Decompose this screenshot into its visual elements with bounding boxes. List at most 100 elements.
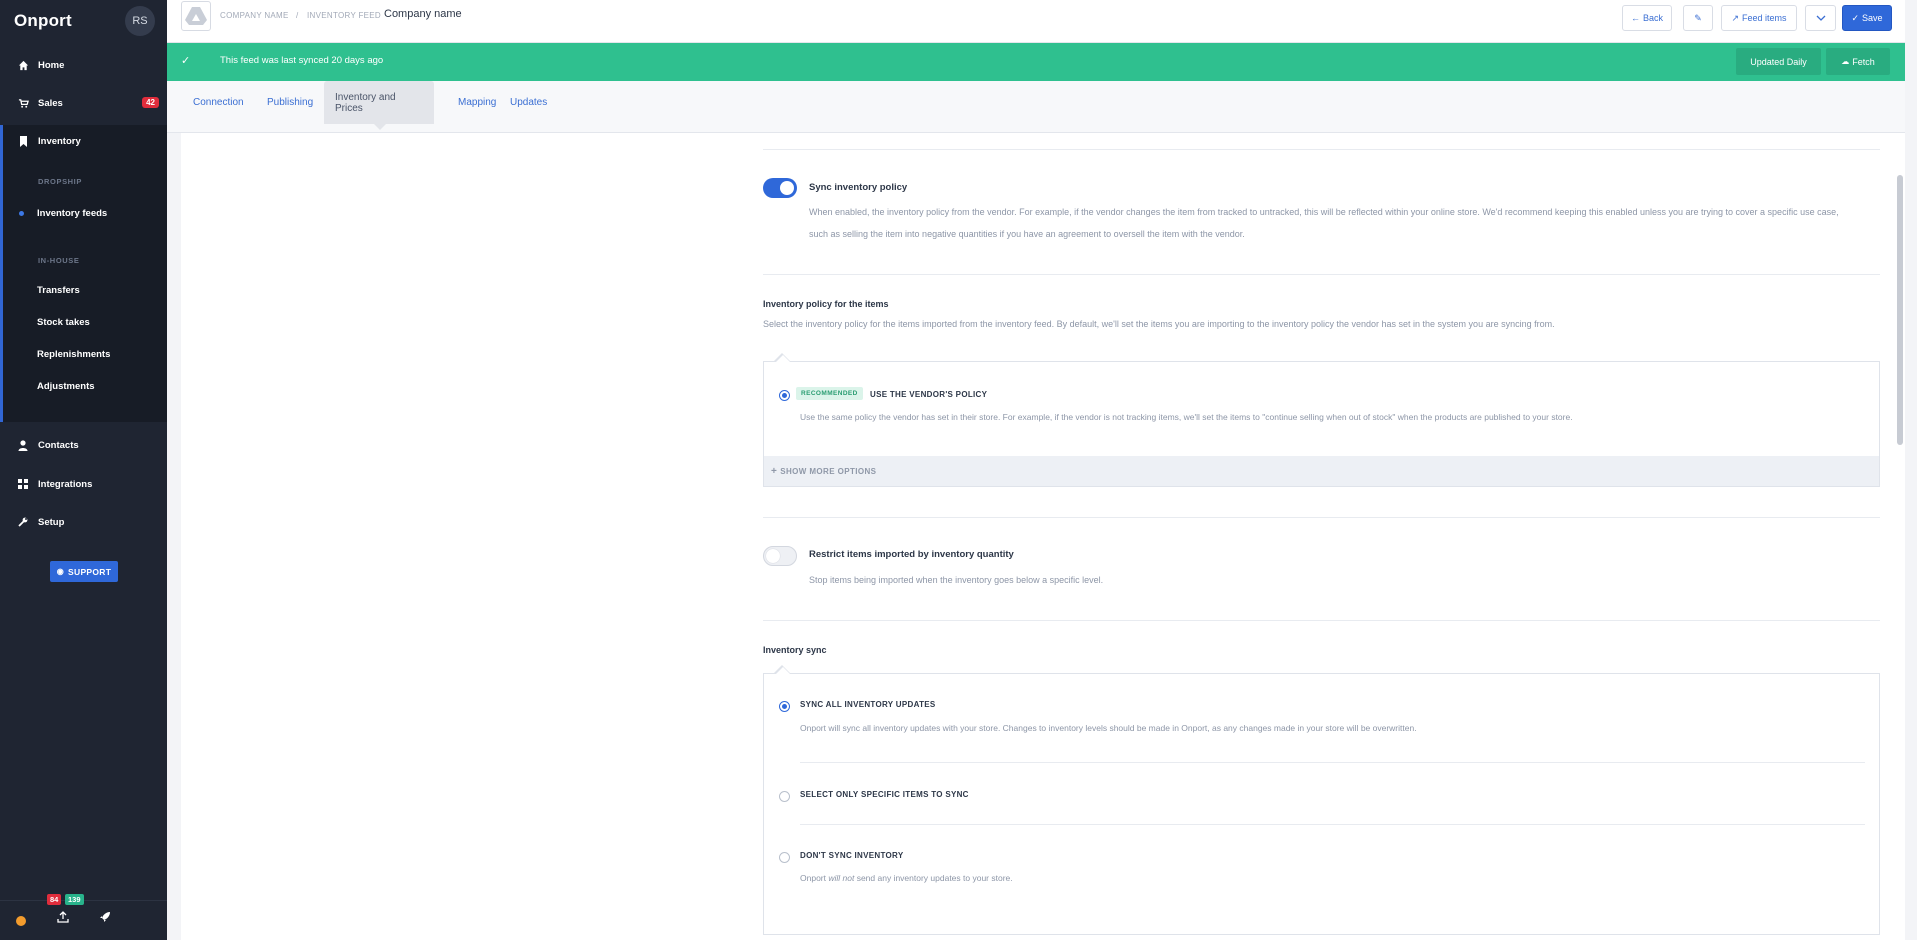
dont-sync-label[interactable]: DON'T SYNC INVENTORY — [800, 851, 903, 860]
divider — [763, 149, 1880, 150]
sidebar-footer: 84 139 — [0, 894, 167, 940]
sync-policy-desc-1: When enabled, the inventory policy from … — [809, 207, 1839, 217]
show-more-label: SHOW MORE OPTIONS — [780, 467, 877, 476]
sidebar-item-replenishments[interactable]: Replenishments — [37, 349, 110, 360]
upload-error-badge: 84 — [47, 894, 62, 905]
fetch-button[interactable]: ☁ Fetch — [1826, 48, 1890, 75]
sync-policy-desc-2: such as selling the item into negative q… — [809, 229, 1245, 239]
check-icon: ✓ — [1851, 12, 1860, 23]
sync-policy-title: Sync inventory policy — [809, 182, 908, 193]
back-label: Back — [1642, 13, 1663, 23]
support-button[interactable]: ◉ SUPPORT — [50, 561, 118, 582]
upload-icon[interactable] — [57, 911, 69, 926]
breadcrumb-separator: / — [296, 11, 299, 20]
dont-sync-radio[interactable] — [779, 852, 790, 863]
more-dropdown-button[interactable] — [1805, 5, 1836, 31]
status-dot[interactable] — [16, 916, 26, 926]
dont-sync-desc: Onport will not send any inventory updat… — [800, 867, 1013, 889]
active-dot — [19, 211, 24, 216]
restrict-items-toggle[interactable] — [763, 546, 797, 566]
feed-items-button[interactable]: ↗ Feed items — [1721, 5, 1797, 31]
help-icon: ◉ — [56, 567, 65, 576]
breadcrumb-company[interactable]: COMPANY NAME — [220, 11, 289, 20]
cart-icon — [17, 97, 29, 109]
home-icon — [17, 59, 29, 71]
rocket-icon[interactable] — [99, 911, 111, 926]
logo[interactable]: Onport — [14, 11, 72, 31]
avatar[interactable]: RS — [125, 6, 155, 36]
divider — [800, 824, 1865, 825]
cloud-icon: ☁ — [1841, 57, 1850, 66]
inventory-sync-box: SYNC ALL INVENTORY UPDATES Onport will s… — [763, 667, 1880, 935]
chevron-down-icon — [1816, 13, 1826, 23]
sidebar-item-label: Contacts — [38, 439, 79, 451]
external-link-icon: ↗ — [1731, 12, 1739, 23]
vendor-policy-label[interactable]: USE THE VENDOR'S POLICY — [870, 390, 987, 399]
edit-button[interactable]: ✎ — [1683, 5, 1713, 31]
plus-icon: + — [771, 466, 778, 477]
update-frequency-button[interactable]: Updated Daily — [1736, 48, 1821, 75]
grid-icon — [17, 478, 29, 490]
sync-status-banner: ✓ This feed was last synced 20 days ago … — [167, 43, 1905, 81]
tab-connection[interactable]: Connection — [182, 81, 255, 124]
inventory-submenu: Inventory DROPSHIP Inventory feeds IN-HO… — [0, 125, 167, 422]
arrow-left-icon: ← — [1630, 13, 1640, 23]
show-more-options-link[interactable]: + SHOW MORE OPTIONS — [771, 466, 876, 477]
inventory-sync-title: Inventory sync — [763, 645, 827, 655]
sync-status-message: This feed was last synced 20 days ago — [220, 55, 384, 66]
person-icon — [17, 439, 29, 451]
sidebar-item-inventory-feeds[interactable]: Inventory feeds — [37, 208, 107, 219]
sidebar-item-sales[interactable]: Sales 42 — [0, 85, 167, 121]
box-caret-inner — [776, 355, 790, 362]
restrict-title: Restrict items imported by inventory qua… — [809, 549, 1014, 560]
pencil-icon: ✎ — [1694, 12, 1702, 23]
page-scrollbar[interactable] — [1897, 175, 1903, 445]
divider — [800, 762, 1865, 763]
feed-logo — [181, 1, 211, 31]
divider — [763, 620, 1880, 621]
sidebar-item-contacts[interactable]: Contacts — [0, 427, 167, 463]
triangle-logo-icon — [185, 7, 207, 25]
sidebar-item-integrations[interactable]: Integrations — [0, 466, 167, 502]
select-specific-label[interactable]: SELECT ONLY SPECIFIC ITEMS TO SYNC — [800, 790, 969, 799]
restrict-desc: Stop items being imported when the inven… — [809, 575, 1104, 585]
save-button[interactable]: ✓ Save — [1842, 5, 1892, 31]
sidebar-item-stock-takes[interactable]: Stock takes — [37, 317, 90, 328]
select-specific-radio[interactable] — [779, 791, 790, 802]
sidebar-item-home[interactable]: Home — [0, 47, 167, 83]
sync-all-radio[interactable] — [779, 701, 790, 712]
sales-count-badge: 42 — [142, 97, 159, 108]
dont-sync-desc-emphasis: will not — [828, 873, 855, 883]
section-label-dropship: DROPSHIP — [38, 177, 82, 186]
feed-items-label: Feed items — [1742, 13, 1787, 23]
support-label: SUPPORT — [68, 566, 112, 577]
sidebar-item-label: Sales — [38, 97, 63, 109]
check-icon: ✓ — [181, 55, 191, 67]
sidebar-item-transfers[interactable]: Transfers — [37, 285, 80, 296]
sidebar-item-inventory[interactable]: Inventory — [0, 123, 167, 159]
divider — [763, 274, 1880, 275]
vendor-policy-radio[interactable] — [779, 390, 790, 401]
sidebar: Onport RS Home Sales 42 Inventory DROPSH… — [0, 0, 167, 940]
tab-updates[interactable]: Updates — [499, 81, 558, 124]
sync-all-label[interactable]: SYNC ALL INVENTORY UPDATES — [800, 700, 936, 709]
sidebar-item-label: Inventory — [38, 135, 81, 147]
update-frequency-label: Updated Daily — [1750, 56, 1807, 67]
breadcrumb-inventory-feed[interactable]: INVENTORY FEED — [307, 11, 381, 20]
tab-inventory-and-prices[interactable]: Inventory and Prices — [324, 81, 434, 124]
sync-inventory-policy-toggle[interactable] — [763, 178, 797, 198]
wrench-icon — [17, 516, 29, 528]
tab-publishing[interactable]: Publishing — [256, 81, 324, 124]
save-label: Save — [1862, 13, 1883, 23]
back-button[interactable]: ← Back — [1622, 5, 1672, 31]
bookmark-icon — [17, 135, 29, 147]
sidebar-item-setup[interactable]: Setup — [0, 504, 167, 540]
sidebar-item-adjustments[interactable]: Adjustments — [37, 381, 95, 392]
show-more-strip: + SHOW MORE OPTIONS — [764, 456, 1879, 486]
page-title: Company name — [384, 8, 462, 20]
dont-sync-desc-post: send any inventory updates to your store… — [854, 873, 1013, 883]
dont-sync-desc-pre: Onport — [800, 873, 829, 883]
settings-panel: Sync inventory policy When enabled, the … — [181, 133, 1905, 940]
policy-items-desc: Select the inventory policy for the item… — [763, 319, 1555, 329]
tab-bar: Connection Publishing Inventory and Pric… — [167, 81, 1905, 133]
